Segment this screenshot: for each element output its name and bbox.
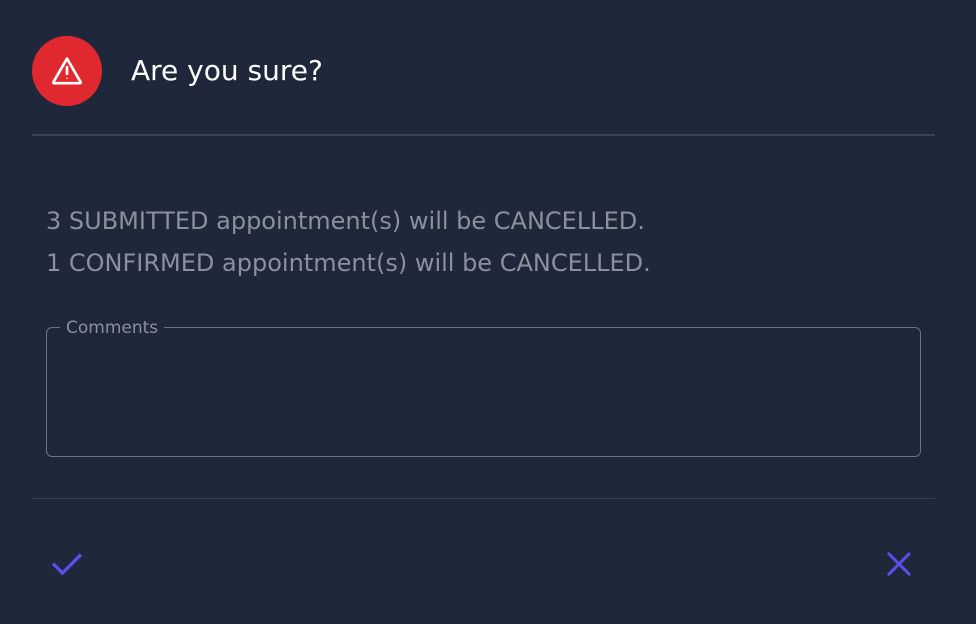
confirmation-dialog: Are you sure? 3 SUBMITTED appointment(s)… xyxy=(0,0,976,624)
confirm-button[interactable] xyxy=(47,544,87,584)
message-line: 3 SUBMITTED appointment(s) will be CANCE… xyxy=(46,207,645,235)
close-icon xyxy=(886,551,912,577)
dialog-title: Are you sure? xyxy=(131,54,323,87)
dialog-messages: 3 SUBMITTED appointment(s) will be CANCE… xyxy=(46,200,935,284)
footer-divider xyxy=(32,498,935,499)
check-icon xyxy=(51,553,83,576)
comments-field[interactable]: Comments xyxy=(46,319,921,457)
header-divider xyxy=(32,134,935,136)
warning-triangle-icon xyxy=(51,57,83,85)
dialog-header: Are you sure? xyxy=(32,36,935,106)
message-line: 1 CONFIRMED appointment(s) will be CANCE… xyxy=(46,249,651,277)
warning-badge xyxy=(32,36,102,106)
comments-label: Comments xyxy=(60,319,165,337)
comments-input[interactable] xyxy=(61,350,906,444)
cancel-button[interactable] xyxy=(879,544,919,584)
